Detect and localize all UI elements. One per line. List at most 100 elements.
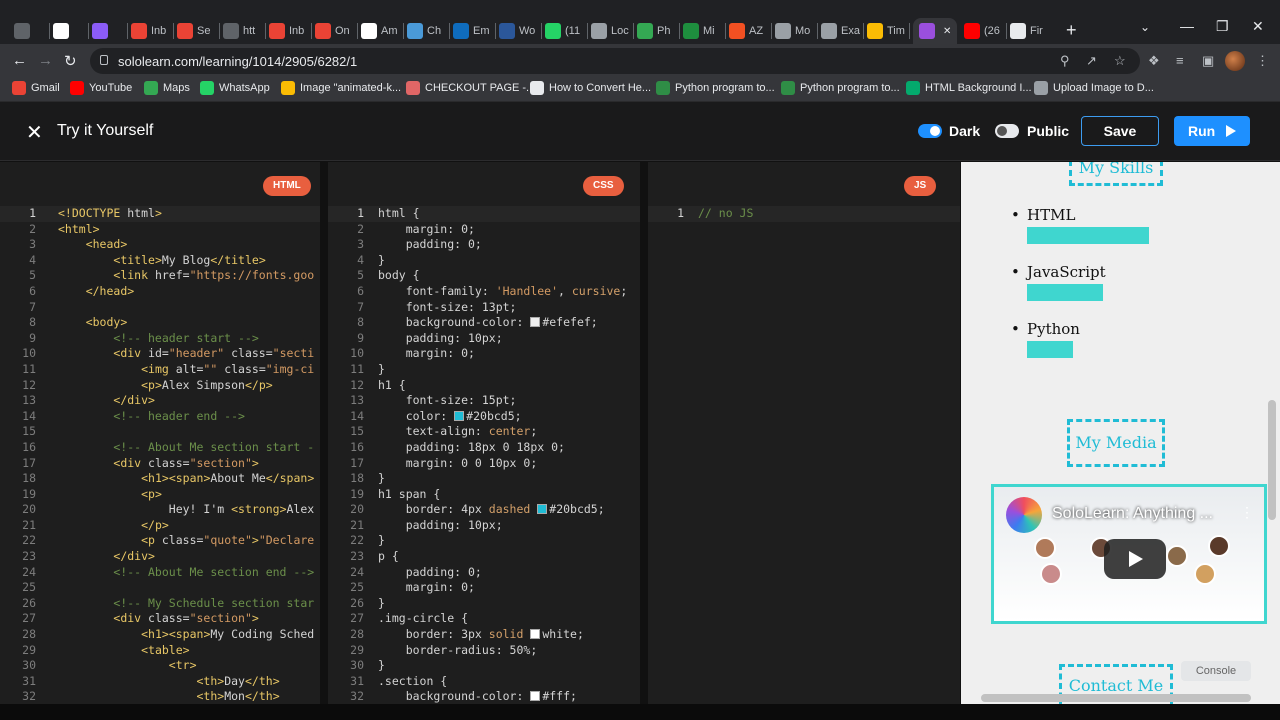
color-swatch[interactable]: [530, 317, 541, 328]
code-line[interactable]: 26 <!-- My Schedule section star: [0, 596, 320, 612]
code-line[interactable]: 7 font-size: 13pt;: [328, 300, 640, 316]
browser-tab[interactable]: Inb: [269, 18, 308, 44]
maximize-icon[interactable]: ❐: [1216, 18, 1229, 35]
js-code[interactable]: 1 // no JS: [648, 206, 960, 222]
video-thumbnail[interactable]: SoloLearn: Anything ... ⋮: [994, 487, 1264, 621]
bookmark-item[interactable]: HTML Background I...: [906, 81, 1032, 95]
zoom-icon[interactable]: ⚲: [1060, 53, 1070, 69]
browser-tab[interactable]: Am: [361, 18, 400, 44]
console-button[interactable]: Console: [1181, 661, 1251, 681]
code-line[interactable]: 14 <!-- header end -->: [0, 409, 320, 425]
browser-tab[interactable]: ✕: [913, 18, 957, 44]
side-panel-icon[interactable]: ▣: [1202, 53, 1214, 69]
code-line[interactable]: 31 .section {: [328, 674, 640, 690]
bookmark-item[interactable]: How to Convert He...: [530, 81, 651, 95]
code-line[interactable]: 21 padding: 10px;: [328, 518, 640, 534]
browser-tab[interactable]: [14, 18, 46, 44]
code-line[interactable]: 6 </head>: [0, 284, 320, 300]
output-preview[interactable]: My Skills HTMLJavaScriptPython My Media …: [961, 162, 1280, 704]
save-button[interactable]: Save: [1081, 116, 1159, 146]
bookmark-item[interactable]: WhatsApp: [200, 81, 270, 95]
code-line[interactable]: 3 padding: 0;: [328, 237, 640, 253]
color-swatch[interactable]: [530, 629, 541, 640]
browser-tab[interactable]: (11: [545, 18, 584, 44]
new-tab-button[interactable]: +: [1066, 20, 1077, 41]
browser-tab[interactable]: Tim: [867, 18, 906, 44]
browser-tab[interactable]: On: [315, 18, 354, 44]
bookmark-item[interactable]: Python program to...: [781, 81, 900, 95]
code-line[interactable]: 6 font-family: 'Handlee', cursive;: [328, 284, 640, 300]
code-line[interactable]: 24 <!-- About Me section end -->: [0, 565, 320, 581]
bookmark-item[interactable]: CHECKOUT PAGE -...: [406, 81, 535, 95]
code-line[interactable]: 20 border: 4px dashed #20bcd5;: [328, 502, 640, 518]
css-editor[interactable]: CSS 1 html {2 margin: 0; 3 padding: 0; 4} 5 b…: [328, 162, 640, 704]
code-line[interactable]: 13 font-size: 15pt;: [328, 393, 640, 409]
browser-tab[interactable]: [92, 18, 124, 44]
profile-avatar[interactable]: [1225, 51, 1245, 71]
code-line[interactable]: 23 p {: [328, 549, 640, 565]
browser-tab[interactable]: Loc: [591, 18, 630, 44]
code-line[interactable]: 32 <th>Mon</th>: [0, 689, 320, 704]
bookmark-item[interactable]: Upload Image to D...: [1034, 81, 1154, 95]
code-line[interactable]: 10 <div id="header" class="secti: [0, 346, 320, 362]
preview-horizontal-scrollbar[interactable]: [981, 694, 1251, 702]
share-icon[interactable]: ↗: [1086, 53, 1097, 69]
bookmark-item[interactable]: Python program to...: [656, 81, 775, 95]
code-line[interactable]: 2 margin: 0;: [328, 222, 640, 238]
code-line[interactable]: 16 padding: 18px 0 18px 0;: [328, 440, 640, 456]
code-line[interactable]: 13 </div>: [0, 393, 320, 409]
video-title[interactable]: SoloLearn: Anything ...: [1052, 505, 1213, 523]
code-line[interactable]: 8 <body>: [0, 315, 320, 331]
code-line[interactable]: 9 padding: 10px;: [328, 331, 640, 347]
browser-tab[interactable]: Em: [453, 18, 492, 44]
close-icon[interactable]: ✕: [26, 120, 43, 145]
code-line[interactable]: 29 border-radius: 50%;: [328, 643, 640, 659]
close-tab-icon[interactable]: ✕: [943, 26, 951, 37]
browser-tab[interactable]: Fir: [1010, 18, 1049, 44]
browser-tab[interactable]: AZ: [729, 18, 768, 44]
code-line[interactable]: 15 text-align: center;: [328, 424, 640, 440]
code-line[interactable]: 32 background-color: #fff;: [328, 689, 640, 704]
code-line[interactable]: 4 <title>My Blog</title>: [0, 253, 320, 269]
address-bar[interactable]: sololearn.com/learning/1014/2905/6282/1 …: [90, 48, 1140, 74]
extensions-icon[interactable]: ❖: [1148, 53, 1160, 69]
code-line[interactable]: 9 <!-- header start -->: [0, 331, 320, 347]
browser-tab[interactable]: Mo: [775, 18, 814, 44]
code-line[interactable]: 25: [0, 580, 320, 596]
color-swatch[interactable]: [530, 691, 541, 702]
code-line[interactable]: 22 <p class="quote">"Declare: [0, 533, 320, 549]
code-line[interactable]: 26}: [328, 596, 640, 612]
code-line[interactable]: 27 .img-circle {: [328, 611, 640, 627]
code-line[interactable]: 18 <h1><span>About Me</span>: [0, 471, 320, 487]
preview-vertical-scrollbar[interactable]: [1268, 400, 1276, 520]
code-line[interactable]: 27 <div class="section">: [0, 611, 320, 627]
color-swatch[interactable]: [537, 504, 548, 515]
code-line[interactable]: 16 <!-- About Me section start -: [0, 440, 320, 456]
browser-tab[interactable]: Mi: [683, 18, 722, 44]
forward-icon[interactable]: →: [38, 52, 53, 69]
code-line[interactable]: 17 margin: 0 0 10px 0;: [328, 456, 640, 472]
code-line[interactable]: 12 h1 {: [328, 378, 640, 394]
code-line[interactable]: 23 </div>: [0, 549, 320, 565]
back-icon[interactable]: ←: [12, 52, 27, 69]
code-line[interactable]: 30 <tr>: [0, 658, 320, 674]
code-line[interactable]: 7: [0, 300, 320, 316]
code-line[interactable]: 2 <html>: [0, 222, 320, 238]
bookmark-item[interactable]: Maps: [144, 81, 190, 95]
code-line[interactable]: 17 <div class="section">: [0, 456, 320, 472]
code-line[interactable]: 30}: [328, 658, 640, 674]
panel-resize-handle[interactable]: [320, 162, 328, 704]
public-toggle[interactable]: [995, 124, 1019, 138]
code-line[interactable]: 1 html {: [328, 206, 640, 222]
code-line[interactable]: 12 <p>Alex Simpson</p>: [0, 378, 320, 394]
browser-tab[interactable]: Inb: [131, 18, 170, 44]
color-swatch[interactable]: [454, 410, 465, 421]
bookmark-item[interactable]: YouTube: [70, 81, 132, 95]
code-line[interactable]: 15: [0, 424, 320, 440]
video-menu-icon[interactable]: ⋮: [1240, 505, 1254, 521]
bookmark-item[interactable]: Image "animated-k...: [281, 81, 401, 95]
close-window-icon[interactable]: ✕: [1252, 18, 1264, 35]
bookmark-item[interactable]: Gmail: [12, 81, 60, 95]
run-button[interactable]: Run: [1174, 116, 1250, 146]
code-line[interactable]: 18}: [328, 471, 640, 487]
